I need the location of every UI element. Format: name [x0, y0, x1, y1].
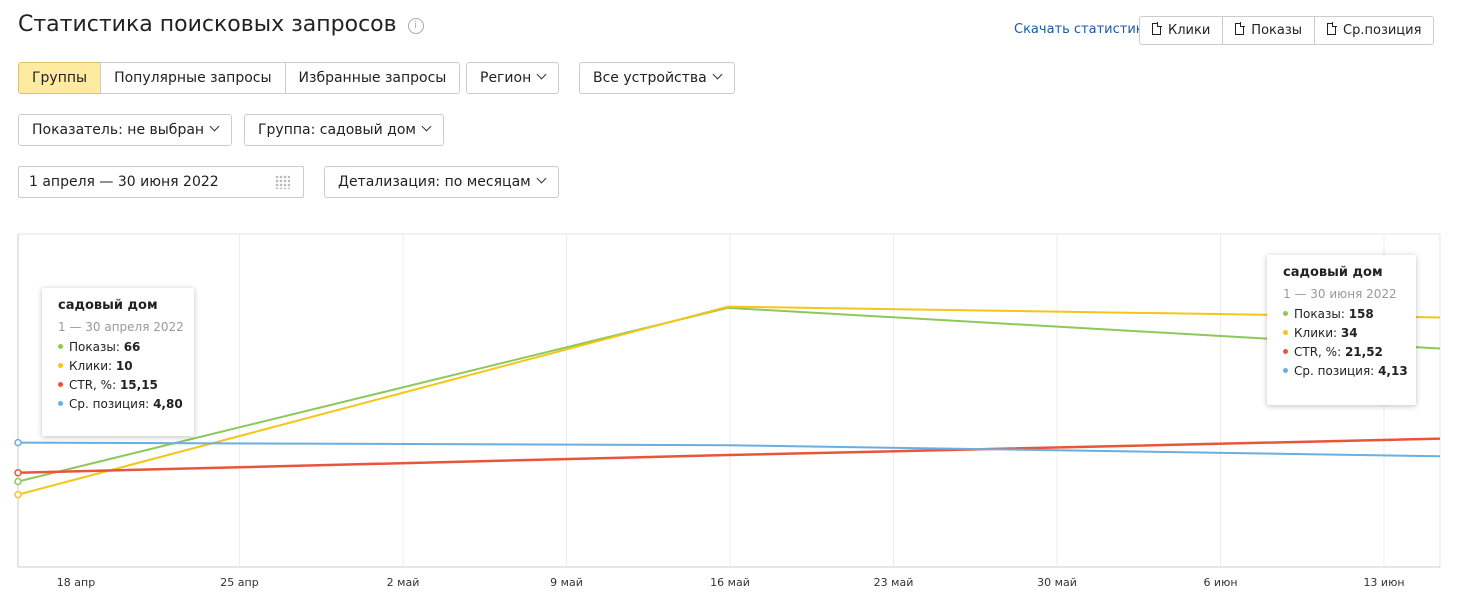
- series-line-position: [18, 441, 1440, 458]
- tooltip-row-label: Ср. позиция:: [69, 397, 150, 411]
- legend-dot-shows: [58, 344, 63, 349]
- tooltip-row: CTR, %: 21,52: [1283, 345, 1416, 359]
- x-tick-label: 23 май: [874, 576, 914, 589]
- tooltip-row-label: Показы:: [1294, 307, 1345, 321]
- tooltip-row: Клики: 34: [1283, 326, 1416, 340]
- tooltip-row-value: 34: [1340, 326, 1358, 340]
- legend-dot-ctr: [58, 382, 63, 387]
- x-tick-label: 16 май: [710, 576, 750, 589]
- tooltip-title: садовый дом: [58, 298, 158, 313]
- tooltip-row-value: 4,80: [153, 397, 183, 411]
- x-tick-label: 13 июн: [1363, 576, 1404, 589]
- tooltip-row: Показы: 158: [1283, 307, 1416, 321]
- tooltip-row-value: 21,52: [1344, 345, 1383, 359]
- tooltip-row-value: 158: [1348, 307, 1374, 321]
- x-tick-label: 6 июн: [1203, 576, 1237, 589]
- legend-dot-clicks: [58, 363, 63, 368]
- tooltip-row-label: Показы:: [69, 340, 120, 354]
- tooltip-period: 1 — 30 апреля 2022: [58, 320, 184, 334]
- x-tick-label: 18 апр: [57, 576, 95, 589]
- x-tick-label: 30 май: [1037, 576, 1077, 589]
- tooltip-row: Показы: 66: [58, 340, 194, 354]
- stats-chart[interactable]: 18 апр 25 апр 2 май 9 май 16 май 23 май 30 май…: [0, 0, 1462, 603]
- tooltip-row-label: CTR, %:: [1294, 345, 1342, 359]
- tooltip-row: Клики: 10: [58, 359, 194, 373]
- legend-dot-shows: [1283, 311, 1288, 316]
- legend-dot-position: [58, 401, 63, 406]
- tooltip-row: CTR, %: 15,15: [58, 378, 194, 392]
- tooltip-row-value: 10: [115, 359, 133, 373]
- data-point: [14, 438, 22, 447]
- tooltip-june: садовый дом 1 — 30 июня 2022 Показы: 158…: [1267, 255, 1416, 405]
- tooltip-row-label: CTR, %:: [69, 378, 117, 392]
- tooltip-title: садовый дом: [1283, 265, 1383, 280]
- legend-dot-clicks: [1283, 330, 1288, 335]
- x-tick-label: 25 апр: [220, 576, 258, 589]
- tooltip-row-label: Клики:: [69, 359, 113, 373]
- tooltip-row-value: 4,13: [1378, 364, 1408, 378]
- data-point: [14, 490, 22, 499]
- tooltip-april: садовый дом 1 — 30 апреля 2022 Показы: 6…: [42, 288, 194, 436]
- data-point: [14, 469, 22, 477]
- legend-dot-ctr: [1283, 349, 1288, 354]
- data-point: [14, 477, 22, 486]
- tooltip-row: Ср. позиция: 4,13: [1283, 364, 1416, 378]
- x-tick-label: 9 май: [550, 576, 583, 589]
- tooltip-row-label: Ср. позиция:: [1294, 364, 1375, 378]
- x-tick-label: 2 май: [387, 576, 420, 589]
- tooltip-row-value: 66: [123, 340, 141, 354]
- tooltip-row-label: Клики:: [1294, 326, 1338, 340]
- tooltip-period: 1 — 30 июня 2022: [1283, 287, 1397, 301]
- legend-dot-position: [1283, 368, 1288, 373]
- tooltip-row-value: 15,15: [119, 378, 158, 392]
- tooltip-row: Ср. позиция: 4,80: [58, 397, 194, 411]
